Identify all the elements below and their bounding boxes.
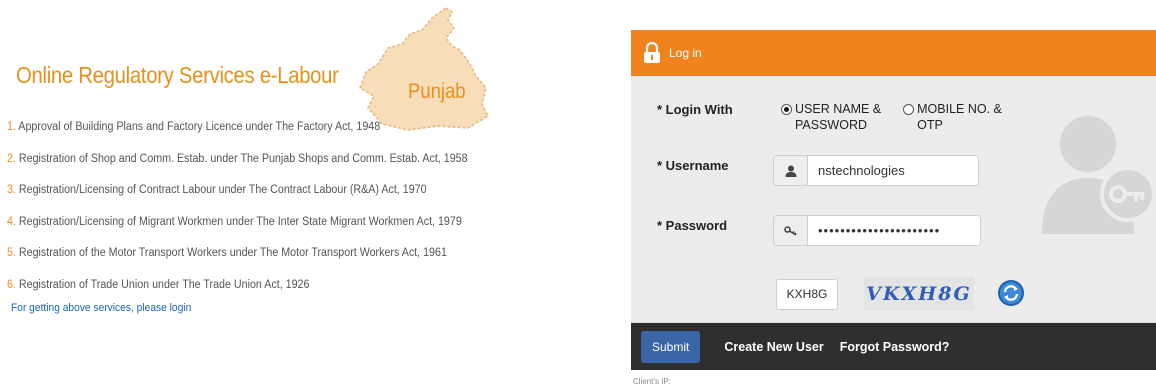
password-label: * Password [657,218,728,233]
username-input[interactable] [808,156,978,185]
login-with-options: USER NAME & PASSWORD MOBILE NO. & OTP [781,102,1024,133]
item-number: 6. [7,278,16,291]
radio-selected-icon[interactable] [781,104,792,115]
item-number: 5. [7,247,16,259]
radio-label-line2: OTP [917,117,943,132]
item-text: Registration of Shop and Comm. Estab. un… [18,152,468,165]
refresh-captcha-icon[interactable] [997,279,1025,307]
user-key-icon [1042,116,1156,234]
item-number: 2. [7,152,16,165]
username-label: * Username [657,158,729,173]
item-text: Registration of Trade Union under The Tr… [18,278,310,291]
item-text: Approval of Building Plans and Factory L… [18,121,381,133]
client-ip: Client's IP: [633,377,671,386]
password-input[interactable] [808,216,980,245]
create-user-link[interactable]: Create New User [724,340,823,354]
item-text: Registration/Licensing of Migrant Workme… [18,215,462,228]
item-number: 1. [7,121,16,133]
page-title: Online Regulatory Services e-Labour [16,62,339,88]
radio-label: MOBILE NO. & OTP [917,102,1002,133]
item-number: 3. [7,184,16,196]
radio-label: USER NAME & PASSWORD [795,102,881,133]
forgot-password-link[interactable]: Forgot Password? [840,340,950,354]
list-item: 1. Approval of Building Plans and Factor… [7,121,468,153]
radio-label-line1: MOBILE NO. & [917,102,1002,116]
radio-mobile-otp[interactable]: MOBILE NO. & OTP [903,102,1002,133]
left-panel: Online Regulatory Services e-Labour Punj… [0,0,600,392]
user-icon [774,156,808,185]
radio-label-line1: USER NAME & [795,102,882,116]
login-header: Log in [631,30,1156,76]
punjab-map-icon [359,7,489,131]
password-field-group [773,215,981,246]
item-number: 4. [7,215,16,228]
list-item: 2. Registration of Shop and Comm. Estab.… [7,153,468,185]
key-icon [774,216,808,245]
item-text: Registration of the Motor Transport Work… [18,247,447,259]
captcha-image: VKXH8G [864,277,974,311]
username-field-group [773,155,979,186]
list-item: 3. Registration/Licensing of Contract La… [7,184,468,216]
radio-unselected-icon[interactable] [903,104,915,115]
login-footer: Submit Create New User Forgot Password? [631,323,1156,370]
login-hint: For getting above services, please login [11,302,192,314]
radio-username-password[interactable]: USER NAME & PASSWORD [781,102,881,133]
login-panel: Log in * Login With USER NAME & PASSWORD… [631,30,1156,370]
captcha-input[interactable]: KXH8G [776,279,838,310]
login-with-label: * Login With [657,102,733,117]
item-text: Registration/Licensing of Contract Labou… [18,184,427,196]
login-title: Log in [669,46,702,60]
list-item: 4. Registration/Licensing of Migrant Wor… [7,216,468,248]
state-name: Punjab [408,80,466,103]
list-item: 5. Registration of the Motor Transport W… [7,247,468,279]
services-list: 1. Approval of Building Plans and Factor… [7,121,502,310]
submit-button[interactable]: Submit [641,330,701,363]
lock-icon [644,42,660,63]
radio-label-line2: PASSWORD [795,117,867,132]
